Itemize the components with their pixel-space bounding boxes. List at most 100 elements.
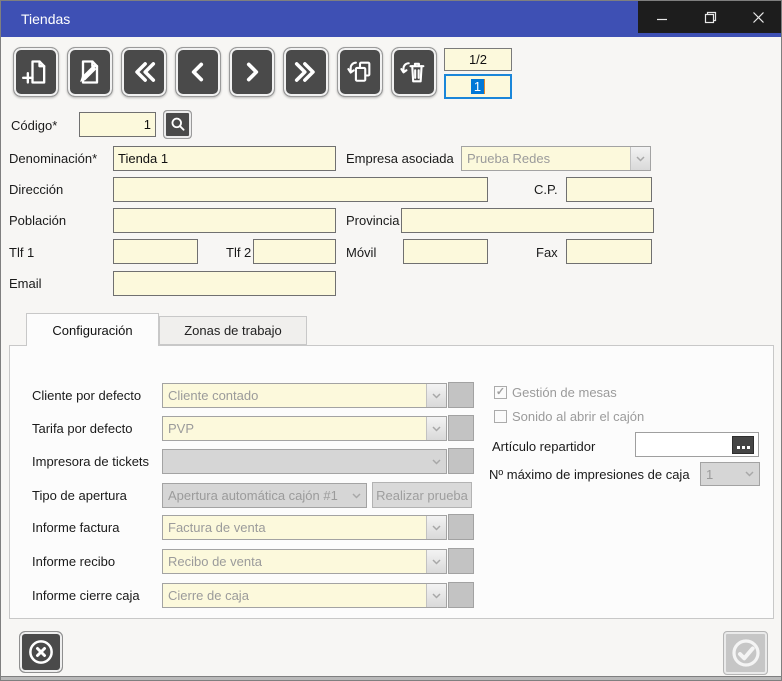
close-button[interactable]: [735, 1, 782, 33]
restore-icon: [704, 11, 717, 24]
max-impresiones-combo[interactable]: 1: [700, 462, 760, 486]
informe-factura-combo[interactable]: Factura de venta: [162, 515, 447, 540]
tarifa-por-defecto-combo[interactable]: PVP: [162, 416, 447, 441]
movil-input[interactable]: [403, 239, 488, 264]
empresa-asociada-value: Prueba Redes: [462, 151, 630, 166]
search-button[interactable]: [163, 110, 192, 139]
tiendas-window: Tiendas: [0, 0, 782, 681]
cliente-por-defecto-extra-button[interactable]: [448, 382, 474, 408]
informe-cierre-caja-extra-button[interactable]: [448, 582, 474, 608]
informe-cierre-caja-combo[interactable]: Cierre de caja: [162, 583, 447, 608]
chevron-down-icon: [426, 417, 446, 440]
sonido-cajon-label: Sonido al abrir el cajón: [512, 409, 644, 424]
poblacion-input[interactable]: [113, 208, 336, 233]
informe-recibo-extra-button[interactable]: [448, 548, 474, 574]
poblacion-label: Población: [9, 213, 66, 228]
first-record-button[interactable]: [121, 47, 167, 97]
denominacion-input[interactable]: [113, 146, 336, 171]
realizar-prueba-button[interactable]: Realizar prueba: [372, 482, 472, 508]
direccion-label: Dirección: [9, 182, 63, 197]
previous-record-icon: [185, 58, 211, 86]
email-input[interactable]: [113, 271, 336, 296]
direccion-input[interactable]: [113, 177, 488, 202]
record-number-value: 1: [471, 79, 485, 94]
chevron-down-icon: [346, 484, 366, 507]
last-record-button[interactable]: [283, 47, 329, 97]
cancel-button[interactable]: [19, 631, 63, 673]
search-icon: [168, 115, 188, 135]
edit-record-button[interactable]: [67, 47, 113, 97]
fax-label: Fax: [536, 245, 558, 260]
window-bottom-edge: [1, 676, 782, 681]
tipo-apertura-label: Tipo de apertura: [32, 488, 127, 503]
tipo-apertura-value: Apertura automática cajón #1: [163, 488, 346, 503]
cliente-por-defecto-label: Cliente por defecto: [32, 388, 141, 403]
next-record-icon: [239, 58, 265, 86]
informe-recibo-value: Recibo de venta: [163, 554, 426, 569]
fax-input[interactable]: [566, 239, 652, 264]
tarifa-por-defecto-label: Tarifa por defecto: [32, 421, 132, 436]
empresa-asociada-label: Empresa asociada: [346, 151, 454, 166]
tab-configuracion[interactable]: Configuración: [26, 313, 159, 346]
delete-record-button[interactable]: [391, 47, 437, 97]
edit-record-icon: [76, 57, 104, 87]
max-impresiones-value: 1: [701, 467, 739, 482]
tarifa-por-defecto-extra-button[interactable]: [448, 415, 474, 441]
articulo-repartidor-browse-button[interactable]: [732, 436, 754, 454]
tlf2-input[interactable]: [253, 239, 336, 264]
informe-factura-value: Factura de venta: [163, 520, 426, 535]
tipo-apertura-combo[interactable]: Apertura automática cajón #1: [162, 483, 367, 508]
codigo-input[interactable]: [79, 112, 156, 137]
impresora-tickets-combo[interactable]: [162, 449, 447, 474]
informe-recibo-label: Informe recibo: [32, 554, 115, 569]
codigo-label: Código*: [11, 118, 57, 133]
impresora-tickets-extra-button[interactable]: [448, 448, 474, 474]
checkbox-unchecked-icon: [494, 410, 507, 423]
chevron-down-icon: [426, 384, 446, 407]
impresora-tickets-label: Impresora de tickets: [32, 454, 149, 469]
cancel-icon: [26, 637, 56, 667]
copy-record-icon: [346, 57, 374, 87]
gestion-mesas-checkbox[interactable]: ✓ Gestión de mesas: [494, 385, 617, 400]
copy-record-button[interactable]: [337, 47, 383, 97]
provincia-input[interactable]: [401, 208, 654, 233]
cliente-por-defecto-combo[interactable]: Cliente contado: [162, 383, 447, 408]
tlf1-label: Tlf 1: [9, 245, 34, 260]
accept-button[interactable]: [723, 631, 768, 675]
chevron-down-icon: [426, 584, 446, 607]
configuracion-panel: Cliente por defecto Cliente contado Tari…: [9, 345, 774, 619]
previous-record-button[interactable]: [175, 47, 221, 97]
provincia-label: Provincia: [346, 213, 399, 228]
new-record-icon: [22, 57, 50, 87]
minimize-icon: [656, 11, 668, 23]
record-number-input[interactable]: 1: [444, 74, 512, 99]
first-record-icon: [130, 58, 158, 86]
chevron-down-icon: [426, 450, 446, 473]
restore-button[interactable]: [686, 1, 734, 33]
cp-label: C.P.: [534, 182, 558, 197]
checkbox-checked-icon: ✓: [494, 386, 507, 399]
close-icon: [752, 11, 765, 24]
last-record-icon: [292, 58, 320, 86]
email-label: Email: [9, 276, 42, 291]
sonido-cajon-checkbox[interactable]: Sonido al abrir el cajón: [494, 409, 644, 424]
tlf2-label: Tlf 2: [226, 245, 251, 260]
empresa-asociada-combo[interactable]: Prueba Redes: [461, 146, 651, 171]
cp-input[interactable]: [566, 177, 652, 202]
window-controls: [638, 1, 782, 33]
next-record-button[interactable]: [229, 47, 275, 97]
tab-zonas-de-trabajo[interactable]: Zonas de trabajo: [159, 316, 307, 345]
informe-recibo-combo[interactable]: Recibo de venta: [162, 549, 447, 574]
minimize-button[interactable]: [638, 1, 686, 33]
tlf1-input[interactable]: [113, 239, 198, 264]
max-impresiones-label: Nº máximo de impresiones de caja: [489, 467, 690, 482]
chevron-down-icon: [630, 147, 650, 170]
informe-cierre-caja-value: Cierre de caja: [163, 588, 426, 603]
chevron-down-icon: [426, 516, 446, 539]
movil-label: Móvil: [346, 245, 376, 260]
chevron-down-icon: [739, 463, 759, 485]
informe-factura-extra-button[interactable]: [448, 514, 474, 540]
informe-cierre-caja-label: Informe cierre caja: [32, 588, 140, 603]
informe-factura-label: Informe factura: [32, 520, 119, 535]
new-record-button[interactable]: [13, 47, 59, 97]
